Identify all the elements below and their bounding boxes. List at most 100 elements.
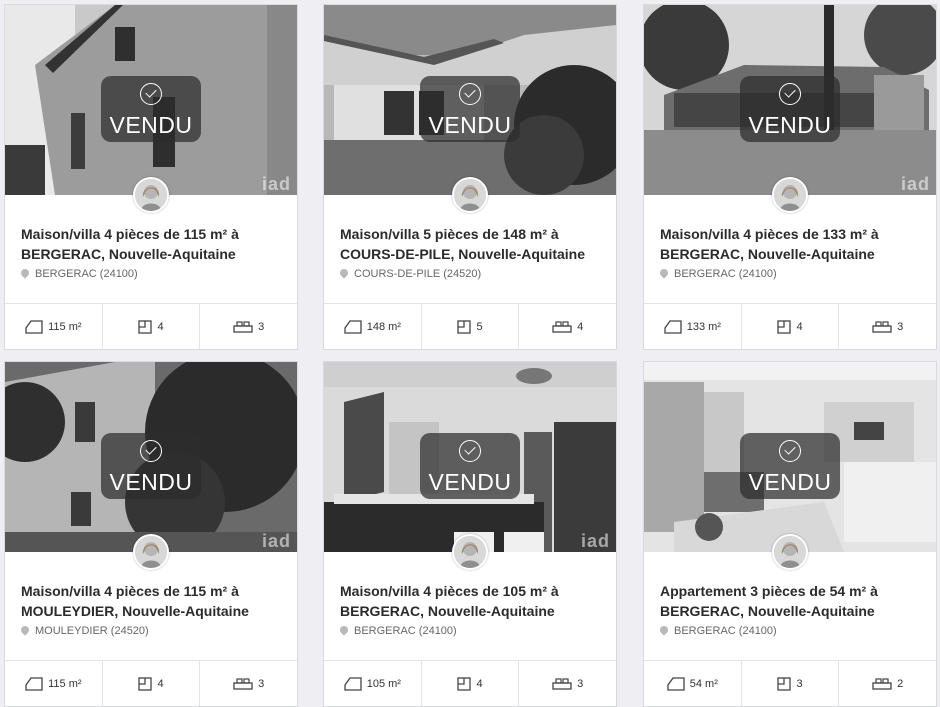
listing-title[interactable]: Maison/villa 4 pièces de 133 m² à BERGER… [660,224,922,264]
agent-avatar[interactable] [452,177,488,213]
stat-bedrooms: 3 [519,661,616,706]
listing-card[interactable]: VENDU Maison/villa 5 pièces de 148 m² à … [323,4,617,350]
listing-card[interactable]: VENDU iad Maison/villa 4 pièces de 105 m… [323,361,617,707]
watermark: iad [580,531,610,551]
location-pin-icon [660,269,668,280]
listings-grid: VENDU iad Maison/villa 4 pièces de 115 m… [0,0,940,707]
property-photo[interactable]: VENDU iad [5,362,297,552]
sold-badge: VENDU [101,76,201,142]
rooms-value: 4 [157,677,164,690]
surface-value: 115 m² [48,677,82,690]
bedrooms-value: 3 [258,320,265,333]
surface-icon [667,676,685,691]
bed-icon [872,677,892,690]
bed-icon [872,320,892,333]
rooms-icon [138,319,153,334]
stat-surface: 105 m² [324,661,422,706]
listing-stats: 115 m² 4 3 [5,303,297,349]
listing-title[interactable]: Appartement 3 pièces de 54 m² à BERGERAC… [660,581,922,621]
stat-bedrooms: 4 [519,304,616,349]
stat-rooms: 4 [103,661,201,706]
property-photo[interactable]: VENDU [324,5,616,195]
listing-stats: 54 m² 3 2 [644,660,936,706]
sold-label: VENDU [428,469,512,495]
check-circle-icon [140,83,162,105]
location-text: COURS-DE-PILE (24520) [354,268,482,280]
agent-avatar[interactable] [133,177,169,213]
rooms-icon [777,676,792,691]
watermark: iad [261,174,291,194]
surface-icon [344,676,362,691]
listing-stats: 148 m² 5 4 [324,303,616,349]
location-pin-icon [660,626,668,637]
stat-bedrooms: 3 [839,304,936,349]
check-circle-icon [459,440,481,462]
rooms-value: 4 [476,677,483,690]
listing-stats: 115 m² 4 3 [5,660,297,706]
property-photo[interactable]: VENDU iad [324,362,616,552]
rooms-icon [457,676,472,691]
listing-location: MOULEYDIER (24520) [21,625,149,637]
sold-label: VENDU [428,112,512,138]
surface-value: 115 m² [48,320,82,333]
listing-stats: 133 m² 4 3 [644,303,936,349]
surface-icon [25,319,43,334]
sold-label: VENDU [748,112,832,138]
stat-rooms: 4 [103,304,201,349]
location-text: BERGERAC (24100) [35,268,138,280]
location-text: BERGERAC (24100) [674,268,777,280]
property-photo[interactable]: VENDU iad [5,5,297,195]
agent-avatar[interactable] [133,534,169,570]
bed-icon [552,320,572,333]
property-photo[interactable]: VENDU iad [644,5,936,195]
watermark: iad [900,174,930,194]
stat-surface: 115 m² [5,304,103,349]
stat-bedrooms: 3 [200,304,297,349]
rooms-value: 4 [796,320,803,333]
surface-value: 148 m² [366,320,401,333]
agent-avatar[interactable] [452,534,488,570]
stat-rooms: 3 [742,661,840,706]
bed-icon [233,677,253,690]
rooms-icon [138,676,153,691]
surface-icon [664,319,682,334]
listing-title[interactable]: Maison/villa 4 pièces de 105 m² à BERGER… [340,581,602,621]
sold-label: VENDU [109,112,193,138]
stat-surface: 148 m² [324,304,422,349]
property-photo[interactable]: VENDU [644,362,936,552]
stat-surface: 115 m² [5,661,103,706]
bedrooms-value: 3 [258,677,265,690]
listing-title[interactable]: Maison/villa 5 pièces de 148 m² à COURS-… [340,224,602,264]
listing-card[interactable]: VENDU iad Maison/villa 4 pièces de 115 m… [4,4,298,350]
location-pin-icon [21,626,29,637]
rooms-icon [777,319,792,334]
check-circle-icon [459,83,481,105]
listing-card[interactable]: VENDU Appartement 3 pièces de 54 m² à BE… [643,361,937,707]
rooms-value: 4 [157,320,164,333]
location-text: BERGERAC (24100) [674,625,777,637]
rooms-value: 3 [796,677,803,690]
agent-avatar[interactable] [772,534,808,570]
location-pin-icon [340,626,348,637]
location-text: MOULEYDIER (24520) [35,625,149,637]
bedrooms-value: 2 [897,677,904,690]
check-circle-icon [140,440,162,462]
agent-avatar[interactable] [772,177,808,213]
listing-card[interactable]: VENDU iad Maison/villa 4 pièces de 133 m… [643,4,937,350]
location-text: BERGERAC (24100) [354,625,457,637]
stat-surface: 133 m² [644,304,742,349]
sold-badge: VENDU [740,433,840,499]
listing-location: BERGERAC (24100) [660,625,777,637]
stat-rooms: 5 [422,304,520,349]
listing-title[interactable]: Maison/villa 4 pièces de 115 m² à MOULEY… [21,581,283,621]
stat-rooms: 4 [422,661,520,706]
sold-badge: VENDU [420,433,520,499]
rooms-icon [457,319,472,334]
stat-surface: 54 m² [644,661,742,706]
stat-bedrooms: 3 [200,661,297,706]
check-circle-icon [779,83,801,105]
listing-card[interactable]: VENDU iad Maison/villa 4 pièces de 115 m… [4,361,298,707]
listing-title[interactable]: Maison/villa 4 pièces de 115 m² à BERGER… [21,224,283,264]
bedrooms-value: 4 [577,320,584,333]
bedrooms-value: 3 [897,320,904,333]
